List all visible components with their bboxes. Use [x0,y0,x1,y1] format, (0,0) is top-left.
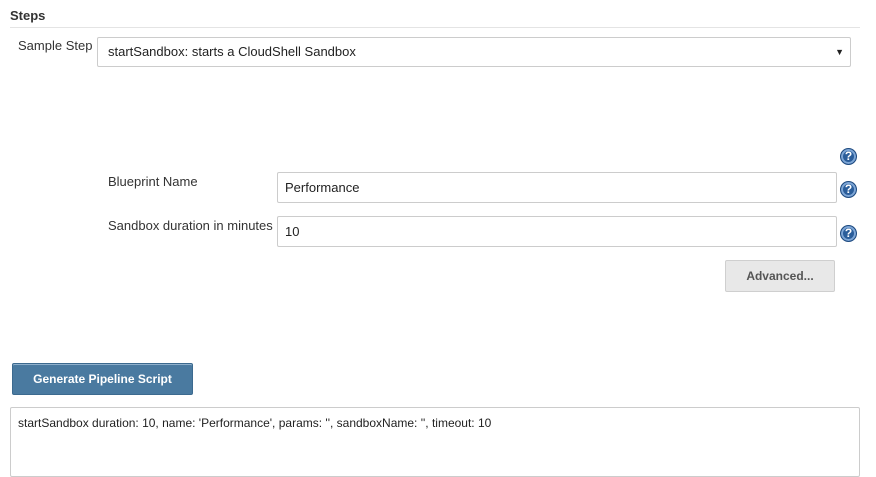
advanced-button[interactable]: Advanced... [725,260,835,292]
generated-script-output[interactable]: startSandbox duration: 10, name: 'Perfor… [10,407,860,477]
chevron-down-icon: ▼ [835,47,844,57]
sample-step-selected-value: startSandbox: starts a CloudShell Sandbo… [108,44,356,59]
sample-step-label: Sample Step [18,38,93,53]
generate-pipeline-script-button[interactable]: Generate Pipeline Script [12,363,193,395]
section-title: Steps [10,8,46,23]
help-icon[interactable]: ? [840,181,857,198]
help-icon[interactable]: ? [840,225,857,242]
sandbox-duration-label: Sandbox duration in minutes [108,218,273,233]
section-divider [10,27,860,28]
sample-step-select[interactable]: startSandbox: starts a CloudShell Sandbo… [97,37,851,67]
help-icon[interactable]: ? [840,148,857,165]
blueprint-name-label: Blueprint Name [108,174,198,189]
blueprint-name-input[interactable] [277,172,837,203]
sandbox-duration-input[interactable] [277,216,837,247]
